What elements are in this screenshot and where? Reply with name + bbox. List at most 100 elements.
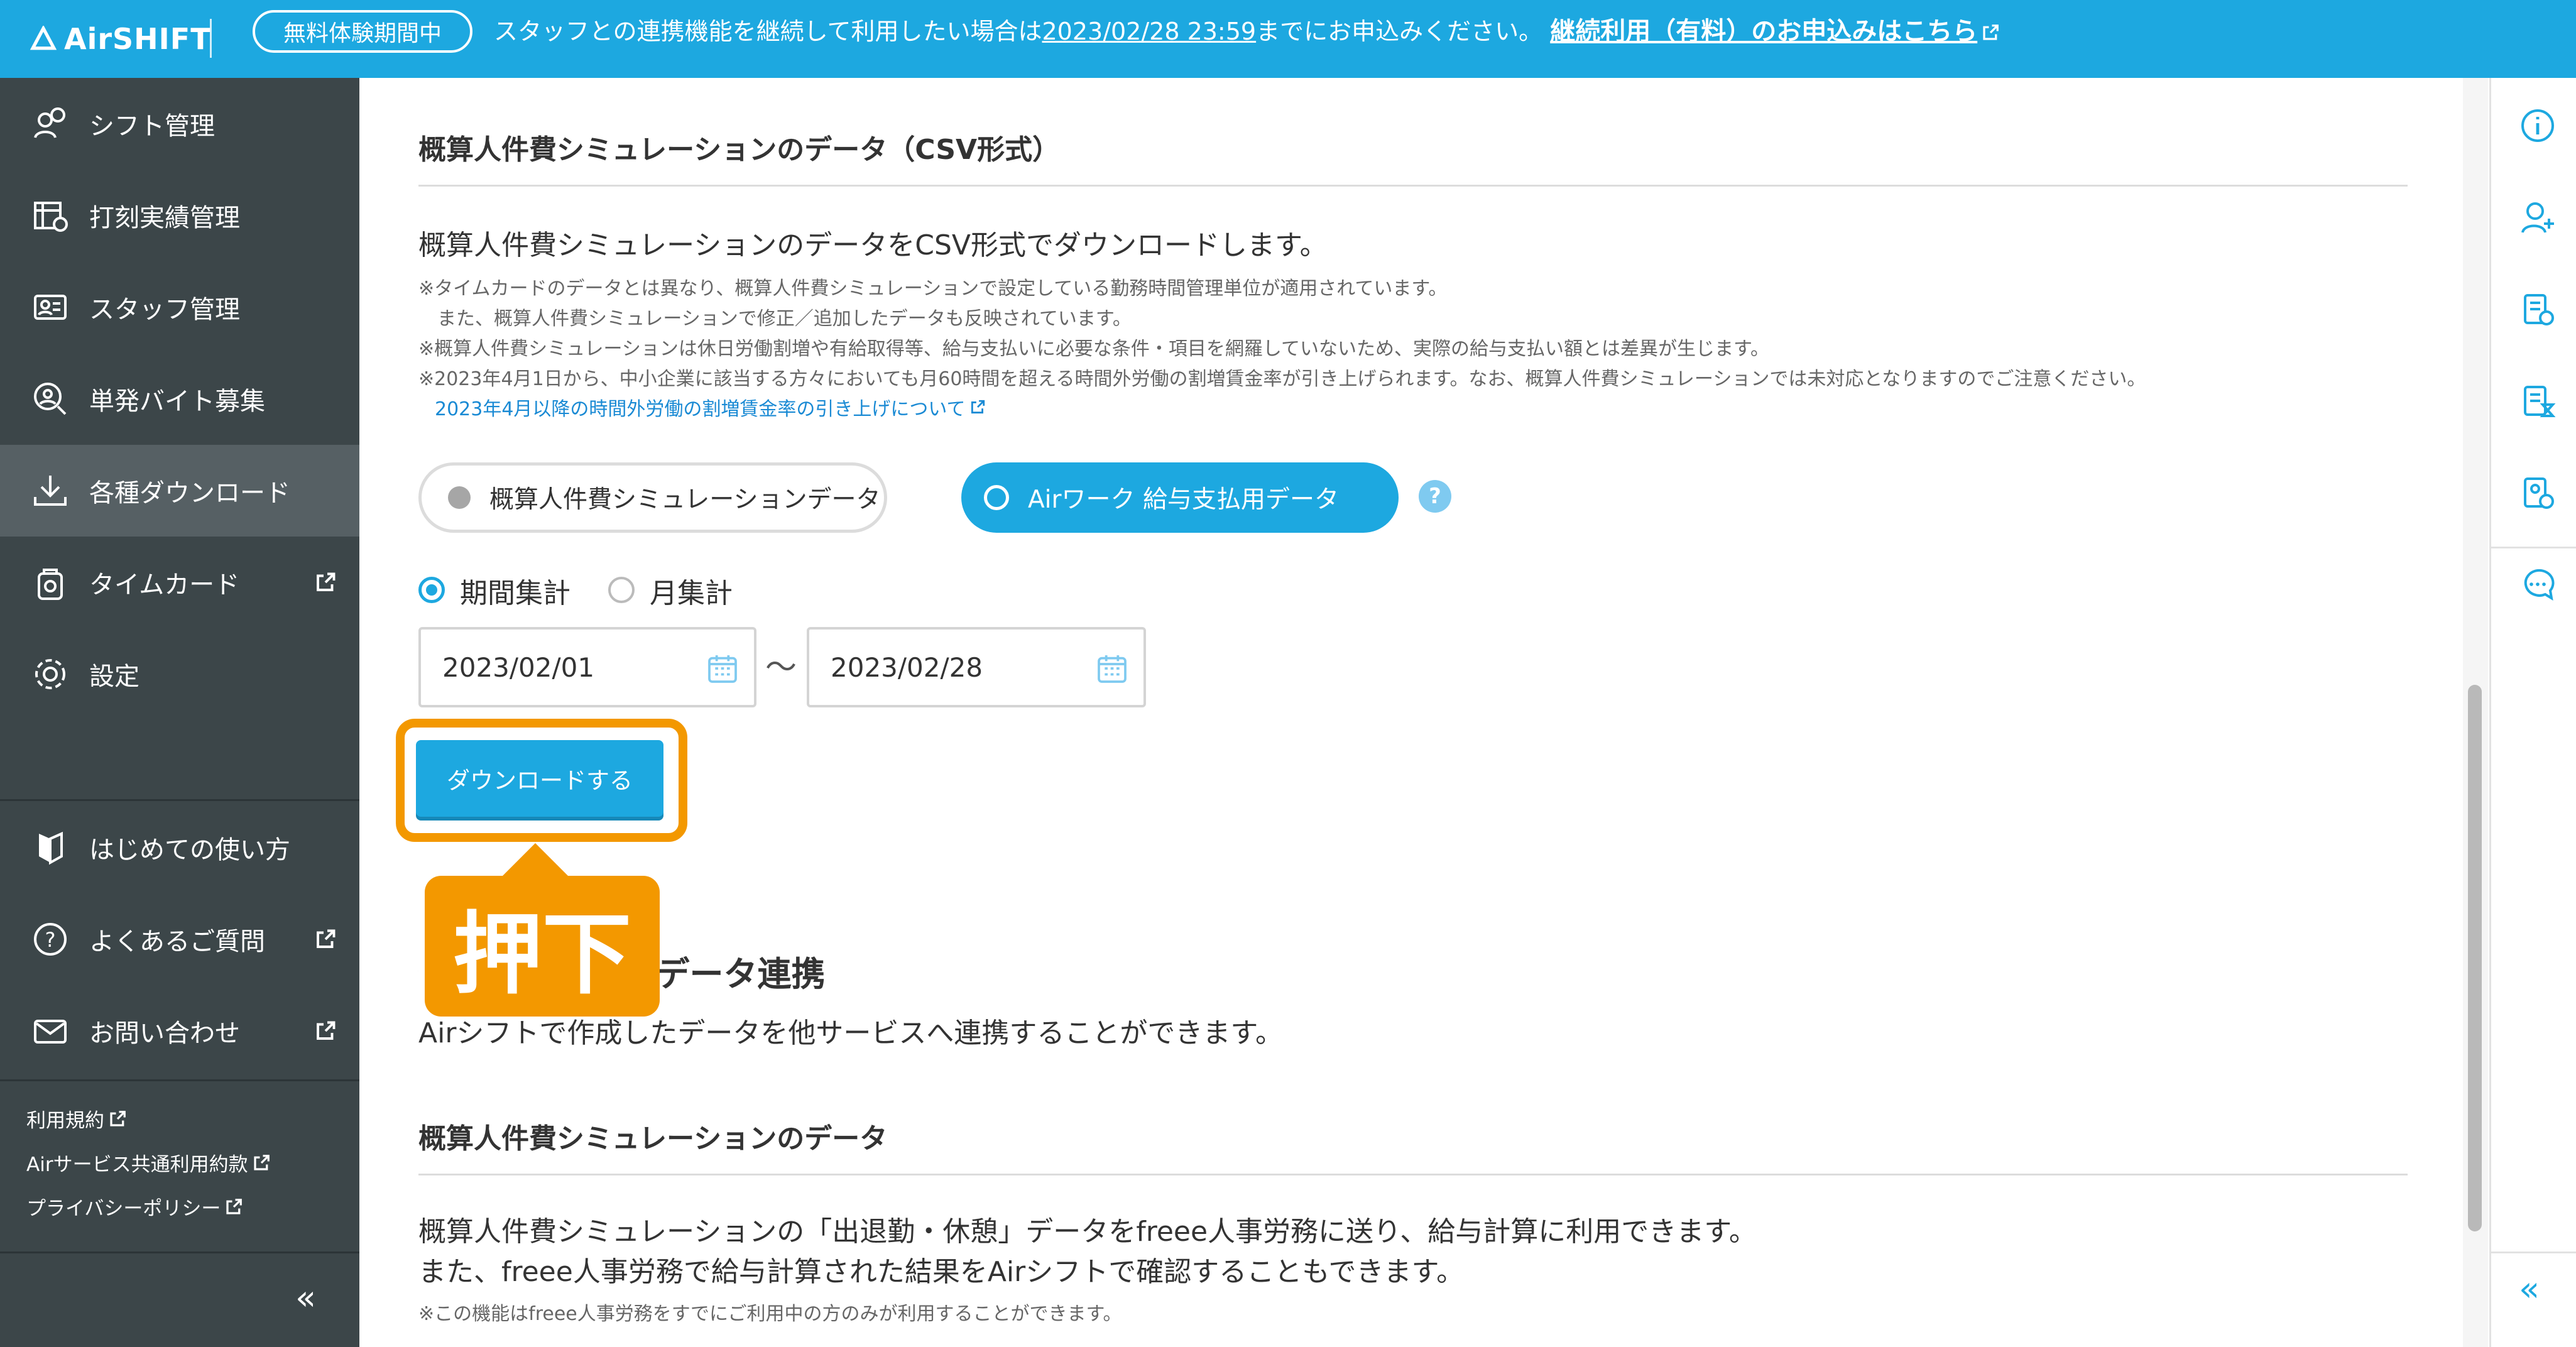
sidebar-item-recruit[interactable]: 単発バイト募集 bbox=[0, 353, 359, 445]
privacy-policy-link[interactable]: プライバシーポリシー bbox=[26, 1192, 243, 1221]
beginner-icon bbox=[39, 831, 63, 865]
gear-icon bbox=[35, 659, 65, 689]
overtime-rate-link-label: 2023年4月以降の時間外労働の割増賃金率の引き上げについて bbox=[435, 398, 966, 420]
banner-message: スタッフとの連携機能を継続して利用したい場合は2023/02/28 23:59ま… bbox=[494, 11, 2000, 52]
sidebar-item-label: 設定 bbox=[89, 662, 139, 691]
external-link-icon bbox=[110, 1110, 126, 1126]
tab-airwork-payroll[interactable]: Airワーク 給与支払用データ bbox=[961, 462, 1399, 533]
sidebar-item-downloads[interactable]: 各種ダウンロード bbox=[0, 445, 359, 537]
sidebar-item-label: 打刻実績管理 bbox=[89, 204, 240, 232]
calendar-icon[interactable] bbox=[1094, 651, 1130, 686]
sidebar-item-faq[interactable]: ? よくあるご質問 bbox=[0, 893, 359, 985]
sidebar-divider bbox=[0, 799, 359, 801]
app-window: AirSHIFT 無料体験期間中 スタッフとの連携機能を継続して利用したい場合は… bbox=[0, 0, 2576, 1347]
end-date-field[interactable]: 2023/02/28 bbox=[807, 627, 1146, 707]
sidebar-item-settings[interactable]: 設定 bbox=[0, 628, 359, 720]
sidebar-item-label: スタッフ管理 bbox=[89, 295, 240, 324]
timecard-icon bbox=[38, 569, 63, 600]
sidebar-item-shift[interactable]: シフト管理 bbox=[0, 78, 359, 170]
rail-collapse-button[interactable]: « bbox=[2519, 1269, 2540, 1309]
banner-deadline: 2023/02/28 23:59 bbox=[1042, 18, 1257, 45]
start-date-value: 2023/02/01 bbox=[442, 652, 595, 683]
freee-section-title: 概算人件費シミュレーションのデータ bbox=[418, 1123, 888, 1155]
sidebar-item-staff[interactable]: スタッフ管理 bbox=[0, 261, 359, 353]
external-link-icon bbox=[1983, 25, 1999, 40]
csv-note-2: また、概算人件費シミュレーションで修正／追加したデータも反映されています。 bbox=[418, 308, 1132, 330]
common-terms-link-label: Airサービス共通利用約款 bbox=[26, 1153, 248, 1176]
tab-label: Airワーク 給与支払用データ bbox=[1028, 486, 1339, 514]
csv-note-4: ※2023年4月1日から、中小企業に該当する方々においても月60時間を超える時間… bbox=[418, 368, 2146, 390]
date-range-separator: 〜 bbox=[765, 649, 797, 685]
sidebar-divider bbox=[0, 1252, 359, 1253]
terms-link[interactable]: 利用規約 bbox=[26, 1104, 127, 1133]
freee-note: ※この機能はfreee人事労務をすでにご利用中の方のみが利用することができます。 bbox=[418, 1303, 1122, 1325]
sidebar-item-label: 単発バイト募集 bbox=[89, 387, 265, 416]
shift-icon bbox=[34, 107, 65, 138]
hourglass-doc-icon[interactable] bbox=[2519, 382, 2557, 420]
overtime-rate-link[interactable]: 2023年4月以降の時間外労働の割増賃金率の引き上げについて bbox=[435, 393, 986, 421]
logo-text: AirSHIFT bbox=[64, 22, 211, 56]
radio-period-total-label[interactable]: 期間集計 bbox=[460, 570, 570, 611]
scrollbar-thumb[interactable] bbox=[2468, 685, 2482, 1231]
csv-section-lead: 概算人件費シミュレーションのデータをCSV形式でダウンロードします。 bbox=[418, 229, 1328, 261]
sidebar-item-timecard[interactable]: タイムカード bbox=[0, 537, 359, 628]
external-link-icon bbox=[317, 1021, 336, 1040]
add-user-icon[interactable] bbox=[2519, 199, 2557, 236]
mail-icon bbox=[34, 1020, 67, 1044]
continue-plan-link-label: 継続利用（有料）のお申込みはこちら bbox=[1550, 17, 1978, 46]
privacy-policy-link-label: プライバシーポリシー bbox=[26, 1197, 221, 1220]
sidebar-item-label: お問い合わせ bbox=[89, 1019, 240, 1048]
radio-monthly-total-label[interactable]: 月集計 bbox=[650, 570, 733, 611]
logo-mark-icon bbox=[30, 26, 57, 50]
approval-icon[interactable] bbox=[2519, 474, 2557, 511]
csv-section-title: 概算人件費シミュレーションのデータ（CSV形式） bbox=[418, 134, 1061, 166]
external-link-icon bbox=[317, 572, 336, 591]
tab-labor-cost-simulation[interactable]: 概算人件費シミュレーションデータ bbox=[418, 462, 887, 533]
radio-period-total[interactable] bbox=[418, 577, 445, 603]
rail-divider bbox=[2491, 547, 2576, 548]
sidebar-item-label: シフト管理 bbox=[89, 112, 215, 141]
csv-note-1: ※タイムカードのデータとは異なり、概算人件費シミュレーションで設定している勤務時… bbox=[418, 278, 1448, 300]
start-date-field[interactable]: 2023/02/01 bbox=[418, 627, 756, 707]
radio-ring-icon bbox=[984, 485, 1009, 510]
external-link-icon bbox=[253, 1154, 270, 1170]
section-divider bbox=[418, 185, 2408, 187]
checklist-icon[interactable] bbox=[2519, 290, 2557, 328]
radio-monthly-total[interactable] bbox=[608, 577, 635, 603]
sidebar-divider bbox=[0, 1079, 359, 1081]
top-banner: AirSHIFT 無料体験期間中 スタッフとの連携機能を継続して利用したい場合は… bbox=[0, 0, 2576, 78]
sidebar-item-label: はじめての使い方 bbox=[89, 836, 290, 864]
common-terms-link[interactable]: Airサービス共通利用約款 bbox=[26, 1148, 271, 1177]
data-link-lead: Airシフトで作成したデータを他サービスへ連携することができます。 bbox=[418, 1017, 1284, 1049]
sidebar-item-label: よくあるご質問 bbox=[89, 927, 265, 956]
timecard-record-icon bbox=[34, 202, 68, 232]
banner-message-after: までにお申込みください。 bbox=[1256, 18, 1543, 45]
help-icon[interactable]: ? bbox=[1419, 480, 1451, 513]
press-callout: 押下 bbox=[425, 876, 660, 1017]
logo-separator bbox=[210, 19, 212, 58]
airshift-logo[interactable]: AirSHIFT bbox=[30, 14, 211, 64]
svg-text:?: ? bbox=[45, 928, 56, 952]
external-link-icon bbox=[226, 1198, 243, 1214]
freee-body-1: 概算人件費シミュレーションの「出退勤・休憩」データをfreee人事労務に送り、給… bbox=[418, 1216, 1757, 1248]
sidebar-item-getting-started[interactable]: はじめての使い方 bbox=[0, 802, 359, 893]
terms-link-label: 利用規約 bbox=[26, 1110, 104, 1132]
download-icon bbox=[34, 476, 67, 506]
info-icon[interactable] bbox=[2519, 107, 2557, 145]
sidebar: シフト管理 打刻実績管理 スタッフ管理 単発バイト募集 各種ダウンロード タイム… bbox=[0, 78, 359, 1347]
download-button[interactable]: ダウンロードする bbox=[416, 740, 663, 817]
calendar-icon[interactable] bbox=[705, 651, 740, 686]
sidebar-item-label: タイムカード bbox=[89, 570, 240, 599]
sidebar-collapse-button[interactable]: « bbox=[295, 1278, 316, 1317]
staff-icon bbox=[34, 295, 67, 320]
continue-plan-link[interactable]: 継続利用（有料）のお申込みはこちら bbox=[1550, 17, 2000, 46]
question-icon: ? bbox=[34, 923, 67, 956]
main-content: 概算人件費シミュレーションのデータ（CSV形式） 概算人件費シミュレーションのデ… bbox=[359, 78, 2464, 1347]
recruit-icon bbox=[34, 383, 67, 415]
sidebar-item-timecard-records[interactable]: 打刻実績管理 bbox=[0, 170, 359, 261]
freee-body-2: また、freee人事労務で給与計算された結果をAirシフトで確認することもできま… bbox=[418, 1256, 1465, 1288]
chat-icon[interactable] bbox=[2519, 565, 2557, 603]
sidebar-item-contact[interactable]: お問い合わせ bbox=[0, 985, 359, 1077]
banner-message-before: スタッフとの連携機能を継続して利用したい場合は bbox=[494, 18, 1042, 45]
callout-pointer bbox=[500, 843, 570, 878]
